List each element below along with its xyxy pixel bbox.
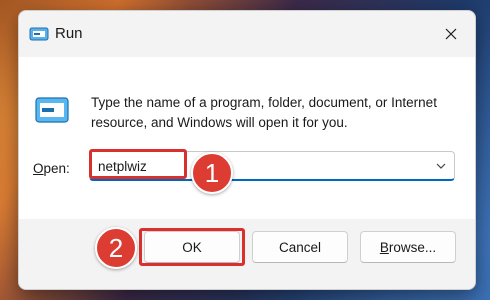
title-bar: Run <box>19 11 475 57</box>
ok-button[interactable]: OK <box>144 231 240 263</box>
run-dialog: Run Type the name of a program, folder, … <box>18 10 476 290</box>
step-1-badge: 1 <box>191 152 233 194</box>
close-button[interactable] <box>437 21 465 47</box>
chevron-down-icon[interactable] <box>434 159 448 173</box>
step-2-badge: 2 <box>95 227 137 269</box>
description-text: Type the name of a program, folder, docu… <box>91 95 437 130</box>
cancel-button[interactable]: Cancel <box>252 231 348 263</box>
close-icon <box>445 28 457 40</box>
open-combobox[interactable] <box>89 151 455 181</box>
run-icon <box>35 97 69 123</box>
content-area: Type the name of a program, folder, docu… <box>19 57 475 219</box>
window-title: Run <box>55 25 83 42</box>
run-app-icon <box>29 27 49 41</box>
open-label: Open: <box>33 161 70 176</box>
open-input[interactable] <box>98 156 418 176</box>
button-bar: OK Cancel Browse... <box>19 219 475 289</box>
browse-button[interactable]: Browse... <box>360 231 456 263</box>
